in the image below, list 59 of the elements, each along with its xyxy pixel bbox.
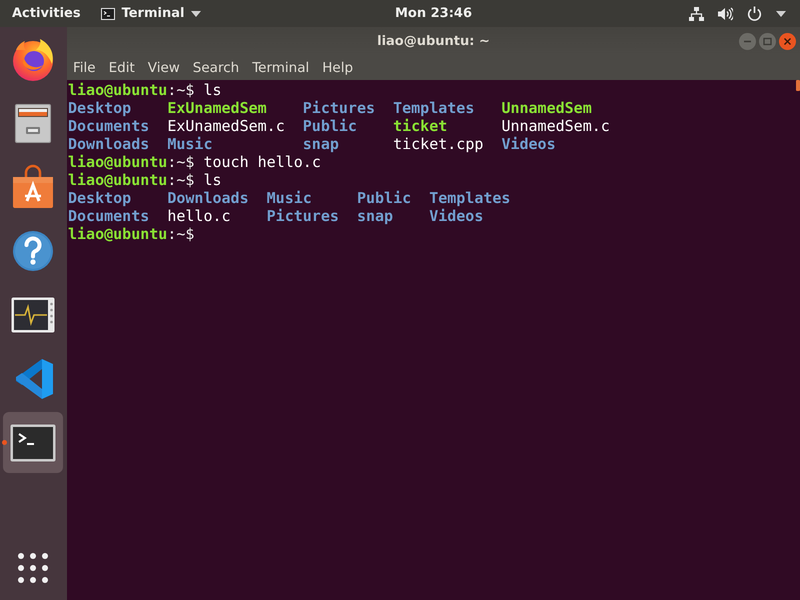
directory-name: Documents bbox=[68, 207, 150, 225]
volume-icon[interactable] bbox=[718, 6, 733, 20]
scrollbar-thumb[interactable] bbox=[796, 80, 800, 91]
caret-icon[interactable] bbox=[776, 10, 786, 16]
menu-item[interactable]: Help bbox=[316, 58, 360, 78]
directory-name: Music bbox=[167, 135, 212, 153]
command-text: touch hello.c bbox=[203, 153, 321, 171]
clock[interactable]: Mon 23:46 bbox=[394, 0, 472, 27]
app-grid-icon bbox=[18, 552, 48, 582]
menu-item[interactable]: Edit bbox=[102, 58, 142, 78]
file-name: UnnamedSem.c bbox=[501, 117, 610, 135]
file-name: ExUnamedSem.c bbox=[167, 117, 285, 135]
minimize-icon bbox=[739, 32, 756, 50]
shell-prompt: liao@ubuntu:~$ bbox=[68, 153, 194, 171]
command-text: ls bbox=[203, 81, 222, 99]
executable-name: UnnamedSem bbox=[501, 99, 592, 117]
pulse-monitor-icon bbox=[11, 296, 55, 332]
file-name: ticket.cpp bbox=[393, 135, 484, 153]
directory-name: Videos bbox=[429, 207, 484, 225]
menu-item[interactable]: Terminal bbox=[246, 58, 316, 78]
directory-name: Desktop bbox=[68, 99, 132, 117]
network-icon[interactable] bbox=[689, 6, 704, 20]
terminal-icon bbox=[100, 8, 115, 20]
directory-name: Templates bbox=[393, 99, 474, 117]
directory-name: Templates bbox=[429, 189, 510, 207]
directory-name: Public bbox=[356, 189, 412, 207]
directory-name: Public bbox=[302, 117, 357, 135]
caret-icon bbox=[191, 10, 202, 16]
executable-name: ExUnamedSem bbox=[167, 99, 267, 117]
directory-name: Pictures bbox=[302, 99, 376, 117]
directory-name: snap bbox=[356, 207, 394, 225]
menu-item[interactable]: View bbox=[142, 58, 187, 78]
directory-name: Pictures bbox=[266, 207, 339, 225]
menu-item[interactable]: Search bbox=[186, 58, 246, 78]
directory-name: Documents bbox=[68, 117, 150, 135]
directory-name: snap bbox=[302, 135, 339, 153]
power-icon[interactable] bbox=[747, 6, 762, 21]
directory-name: Videos bbox=[501, 135, 556, 153]
close-button[interactable] bbox=[779, 32, 796, 50]
shopping-bag-icon bbox=[11, 164, 55, 210]
command-text: ls bbox=[203, 171, 222, 189]
executable-name: ticket bbox=[393, 117, 448, 135]
maximize-icon bbox=[759, 32, 776, 50]
menu-item[interactable]: File bbox=[67, 58, 103, 78]
window-title: liao@ubuntu: ~ bbox=[377, 34, 490, 48]
shell-prompt: liao@ubuntu:~$ bbox=[68, 225, 194, 243]
help-icon bbox=[12, 230, 54, 272]
directory-name: Desktop bbox=[68, 189, 132, 207]
directory-name: Downloads bbox=[68, 135, 150, 153]
activities-button[interactable]: Activities bbox=[0, 0, 89, 27]
file-name: hello.c bbox=[167, 207, 231, 225]
app-menu-button[interactable]: Terminal bbox=[100, 0, 202, 27]
directory-name: Music bbox=[266, 189, 312, 207]
terminal-icon bbox=[10, 424, 56, 462]
dock-item[interactable] bbox=[3, 412, 63, 473]
close-icon bbox=[779, 32, 796, 50]
shell-prompt: liao@ubuntu:~$ bbox=[68, 171, 194, 189]
shell-prompt: liao@ubuntu:~$ bbox=[68, 81, 194, 99]
directory-name: Downloads bbox=[167, 189, 249, 207]
